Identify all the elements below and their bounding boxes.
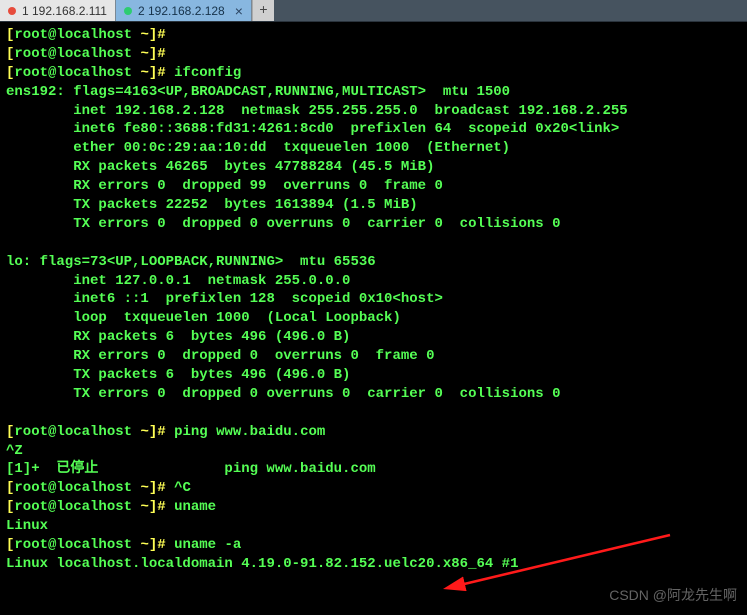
- terminal-line: [root@localhost ~]#: [6, 45, 741, 64]
- terminal-line: TX errors 0 dropped 0 overruns 0 carrier…: [6, 215, 741, 234]
- terminal-line: Linux localhost.localdomain 4.19.0-91.82…: [6, 555, 741, 574]
- tab-label: 2 192.168.2.128: [138, 4, 225, 18]
- status-dot-icon: [8, 7, 16, 15]
- status-dot-icon: [124, 7, 132, 15]
- terminal-line: RX errors 0 dropped 99 overruns 0 frame …: [6, 177, 741, 196]
- close-icon[interactable]: ×: [235, 4, 243, 18]
- terminal-line: [root@localhost ~]# uname -a: [6, 536, 741, 555]
- terminal-line: ^Z: [6, 442, 741, 461]
- plus-icon: +: [259, 3, 267, 19]
- terminal-line: loop txqueuelen 1000 (Local Loopback): [6, 309, 741, 328]
- terminal-line: RX packets 46265 bytes 47788284 (45.5 Mi…: [6, 158, 741, 177]
- terminal-line: [6, 404, 741, 423]
- terminal-line: [root@localhost ~]# ifconfig: [6, 64, 741, 83]
- terminal-line: [6, 234, 741, 253]
- tab-label: 1 192.168.2.111: [22, 4, 107, 18]
- tab-1[interactable]: 1 192.168.2.111: [0, 0, 116, 21]
- terminal-line: [root@localhost ~]# uname: [6, 498, 741, 517]
- terminal-line: TX packets 6 bytes 496 (496.0 B): [6, 366, 741, 385]
- terminal-line: RX errors 0 dropped 0 overruns 0 frame 0: [6, 347, 741, 366]
- terminal-line: TX errors 0 dropped 0 overruns 0 carrier…: [6, 385, 741, 404]
- terminal-line: Linux: [6, 517, 741, 536]
- terminal-line: TX packets 22252 bytes 1613894 (1.5 MiB): [6, 196, 741, 215]
- tab-bar: 1 192.168.2.111 2 192.168.2.128 × +: [0, 0, 747, 22]
- terminal-line: [root@localhost ~]# ^C: [6, 479, 741, 498]
- tab-2[interactable]: 2 192.168.2.128 ×: [116, 0, 252, 21]
- terminal-line: [root@localhost ~]#: [6, 26, 741, 45]
- terminal-line: inet 192.168.2.128 netmask 255.255.255.0…: [6, 102, 741, 121]
- terminal-output[interactable]: [root@localhost ~]# [root@localhost ~]# …: [0, 22, 747, 578]
- new-tab-button[interactable]: +: [252, 0, 274, 21]
- terminal-line: ens192: flags=4163<UP,BROADCAST,RUNNING,…: [6, 83, 741, 102]
- terminal-line: inet6 fe80::3688:fd31:4261:8cd0 prefixle…: [6, 120, 741, 139]
- terminal-line: inet 127.0.0.1 netmask 255.0.0.0: [6, 272, 741, 291]
- terminal-line: RX packets 6 bytes 496 (496.0 B): [6, 328, 741, 347]
- terminal-line: [1]+ 已停止 ping www.baidu.com: [6, 460, 741, 479]
- terminal-line: [root@localhost ~]# ping www.baidu.com: [6, 423, 741, 442]
- watermark: CSDN @阿龙先生啊: [609, 585, 737, 605]
- terminal-line: lo: flags=73<UP,LOOPBACK,RUNNING> mtu 65…: [6, 253, 741, 272]
- terminal-line: inet6 ::1 prefixlen 128 scopeid 0x10<hos…: [6, 290, 741, 309]
- terminal-line: ether 00:0c:29:aa:10:dd txqueuelen 1000 …: [6, 139, 741, 158]
